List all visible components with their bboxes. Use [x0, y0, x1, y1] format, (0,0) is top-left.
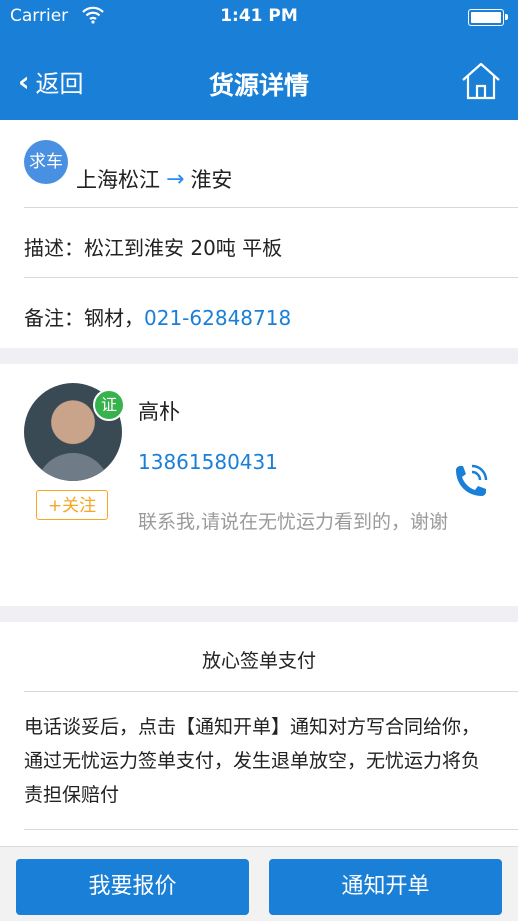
description-value: 松江到淮安 20吨 平板 [84, 236, 283, 260]
contact-phone-link[interactable]: 13861580431 [138, 450, 278, 474]
battery-icon [468, 9, 508, 26]
note-value: 钢材， [84, 306, 144, 330]
quote-button[interactable]: 我要报价 [16, 859, 249, 915]
request-vehicle-badge: 求车 [24, 140, 68, 184]
payment-description: 电话谈妥后，点击【通知开单】通知对方写合同给你，通过无忧运力签单支付，发生退单放… [24, 716, 481, 806]
payment-title: 放心签单支付 [201, 650, 316, 672]
description-row: 描述：松江到淮安 20吨 平板 [24, 232, 282, 261]
divider [24, 207, 518, 208]
divider [24, 691, 518, 692]
home-button[interactable] [460, 60, 502, 102]
notify-order-button[interactable]: 通知开单 [269, 859, 502, 915]
route: 上海松江 → 淮安 [76, 164, 232, 194]
verified-badge: 证 [93, 389, 125, 421]
route-origin: 上海松江 [76, 168, 160, 192]
route-destination: 淮安 [190, 168, 233, 192]
status-bar: Carrier 1:41 PM [0, 0, 518, 34]
note-phone-link[interactable]: 021-62848718 [144, 306, 291, 330]
divider [24, 829, 518, 830]
page-title: 货源详情 [208, 71, 309, 100]
divider [24, 277, 518, 278]
contact-name: 高朴 [138, 400, 180, 424]
note-row: 备注：钢材，021-62848718 [24, 302, 291, 331]
clock: 1:41 PM [220, 6, 298, 26]
description-label: 描述： [24, 236, 84, 260]
note-label: 备注： [24, 306, 84, 330]
bottom-action-bar: 我要报价 通知开单 [0, 846, 518, 921]
arrow-right-icon: → [166, 166, 185, 192]
nav-bar: ‹ 返回 货源详情 [0, 34, 518, 120]
home-icon [462, 62, 500, 100]
contact-message: 联系我,请说在无忧运力看到的，谢谢 [138, 511, 449, 533]
